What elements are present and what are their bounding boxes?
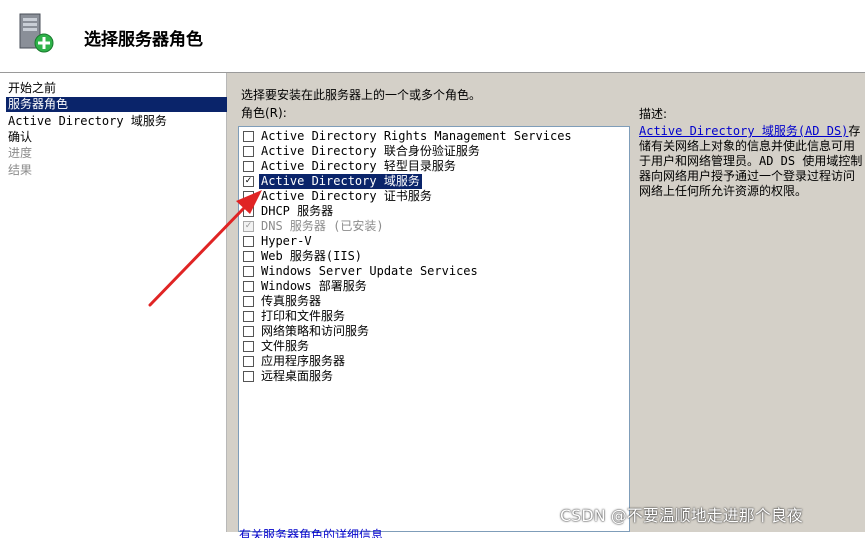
role-item-fax[interactable]: 传真服务器 <box>243 294 323 309</box>
checkbox[interactable] <box>243 131 254 142</box>
role-label: Active Directory 域服务 <box>259 174 422 189</box>
role-item-dhcp[interactable]: DHCP 服务器 <box>243 204 335 219</box>
role-item-dns: ✓ DNS 服务器 (已安装) <box>243 219 386 234</box>
role-item-ad-lds[interactable]: Active Directory 轻型目录服务 <box>243 159 458 174</box>
checkbox[interactable] <box>243 371 254 382</box>
checkbox[interactable] <box>243 356 254 367</box>
role-label: Active Directory 轻型目录服务 <box>261 159 456 173</box>
role-item-rds[interactable]: 远程桌面服务 <box>243 369 335 384</box>
watermark: CSDN @不要温顺地走进那个良夜 <box>560 506 803 525</box>
role-label: Active Directory Rights Management Servi… <box>261 129 572 143</box>
checkbox[interactable] <box>243 326 254 337</box>
nav-item-confirm[interactable]: 确认 <box>6 130 227 145</box>
checkbox[interactable] <box>243 146 254 157</box>
role-item-ad-fs[interactable]: Active Directory 联合身份验证服务 <box>243 144 482 159</box>
role-item-ad-rms[interactable]: Active Directory Rights Management Servi… <box>243 129 574 144</box>
role-item-web-iis[interactable]: Web 服务器(IIS) <box>243 249 364 264</box>
roles-label: 角色(R): <box>241 106 287 120</box>
nav-item-ad-ds[interactable]: Active Directory 域服务 <box>6 114 227 129</box>
nav-item-before-you-begin[interactable]: 开始之前 <box>6 81 227 96</box>
role-item-ad-cs[interactable]: Active Directory 证书服务 <box>243 189 434 204</box>
checkbox[interactable] <box>243 311 254 322</box>
wizard-header: 选择服务器角色 <box>0 0 865 73</box>
description: Active Directory 域服务(AD DS)存储有关网络上对象的信息并… <box>639 124 863 199</box>
role-item-hyper-v[interactable]: Hyper-V <box>243 234 314 249</box>
role-label: Windows 部署服务 <box>261 279 367 293</box>
role-label: Hyper-V <box>261 234 312 248</box>
checkbox[interactable] <box>243 281 254 292</box>
role-label: 远程桌面服务 <box>261 369 334 383</box>
role-label: Active Directory 证书服务 <box>261 189 432 203</box>
checkbox[interactable] <box>243 236 254 247</box>
content-panel: 选择要安装在此服务器上的一个或多个角色。 角色(R): Active Direc… <box>227 73 865 538</box>
role-item-ad-ds[interactable]: ✓ Active Directory 域服务 <box>243 174 422 189</box>
checkbox[interactable] <box>243 296 254 307</box>
role-item-wsus[interactable]: Windows Server Update Services <box>243 264 480 279</box>
role-item-npas[interactable]: 网络策略和访问服务 <box>243 324 371 339</box>
checkbox-checked[interactable]: ✓ <box>243 176 254 187</box>
role-item-file-services[interactable]: 文件服务 <box>243 339 311 354</box>
role-label: 传真服务器 <box>261 294 322 308</box>
instruction-text: 选择要安装在此服务器上的一个或多个角色。 <box>241 88 482 102</box>
wizard-nav: 开始之前 服务器角色 Active Directory 域服务 确认 进度 结果 <box>0 73 227 532</box>
role-label: Active Directory 联合身份验证服务 <box>261 144 480 158</box>
role-label: Web 服务器(IIS) <box>261 249 363 263</box>
role-label: 应用程序服务器 <box>261 354 346 368</box>
server-add-icon <box>19 13 54 53</box>
role-label: 打印和文件服务 <box>261 309 346 323</box>
role-label: DHCP 服务器 <box>261 204 334 218</box>
role-label: Windows Server Update Services <box>261 264 478 278</box>
role-label: 网络策略和访问服务 <box>261 324 370 338</box>
checkbox[interactable] <box>243 251 254 262</box>
checkbox-checked-disabled: ✓ <box>243 221 254 232</box>
page-title: 选择服务器角色 <box>84 30 203 50</box>
role-item-wds[interactable]: Windows 部署服务 <box>243 279 369 294</box>
description-label: 描述: <box>639 107 668 121</box>
checkbox[interactable] <box>243 266 254 277</box>
nav-item-progress: 进度 <box>8 146 33 160</box>
role-list[interactable]: Active Directory Rights Management Servi… <box>238 126 630 532</box>
checkbox[interactable] <box>243 206 254 217</box>
nav-item-server-roles[interactable]: 服务器角色 <box>6 97 227 112</box>
role-item-app-server[interactable]: 应用程序服务器 <box>243 354 347 369</box>
more-info-link[interactable]: 有关服务器角色的详细信息 <box>239 526 383 538</box>
role-item-print-file[interactable]: 打印和文件服务 <box>243 309 347 324</box>
role-label: 文件服务 <box>261 339 310 353</box>
checkbox[interactable] <box>243 161 254 172</box>
nav-item-results: 结果 <box>8 163 33 177</box>
role-label: DNS 服务器 (已安装) <box>261 219 384 233</box>
description-link[interactable]: Active Directory 域服务(AD DS) <box>639 124 848 138</box>
checkbox[interactable] <box>243 191 254 202</box>
checkbox[interactable] <box>243 341 254 352</box>
